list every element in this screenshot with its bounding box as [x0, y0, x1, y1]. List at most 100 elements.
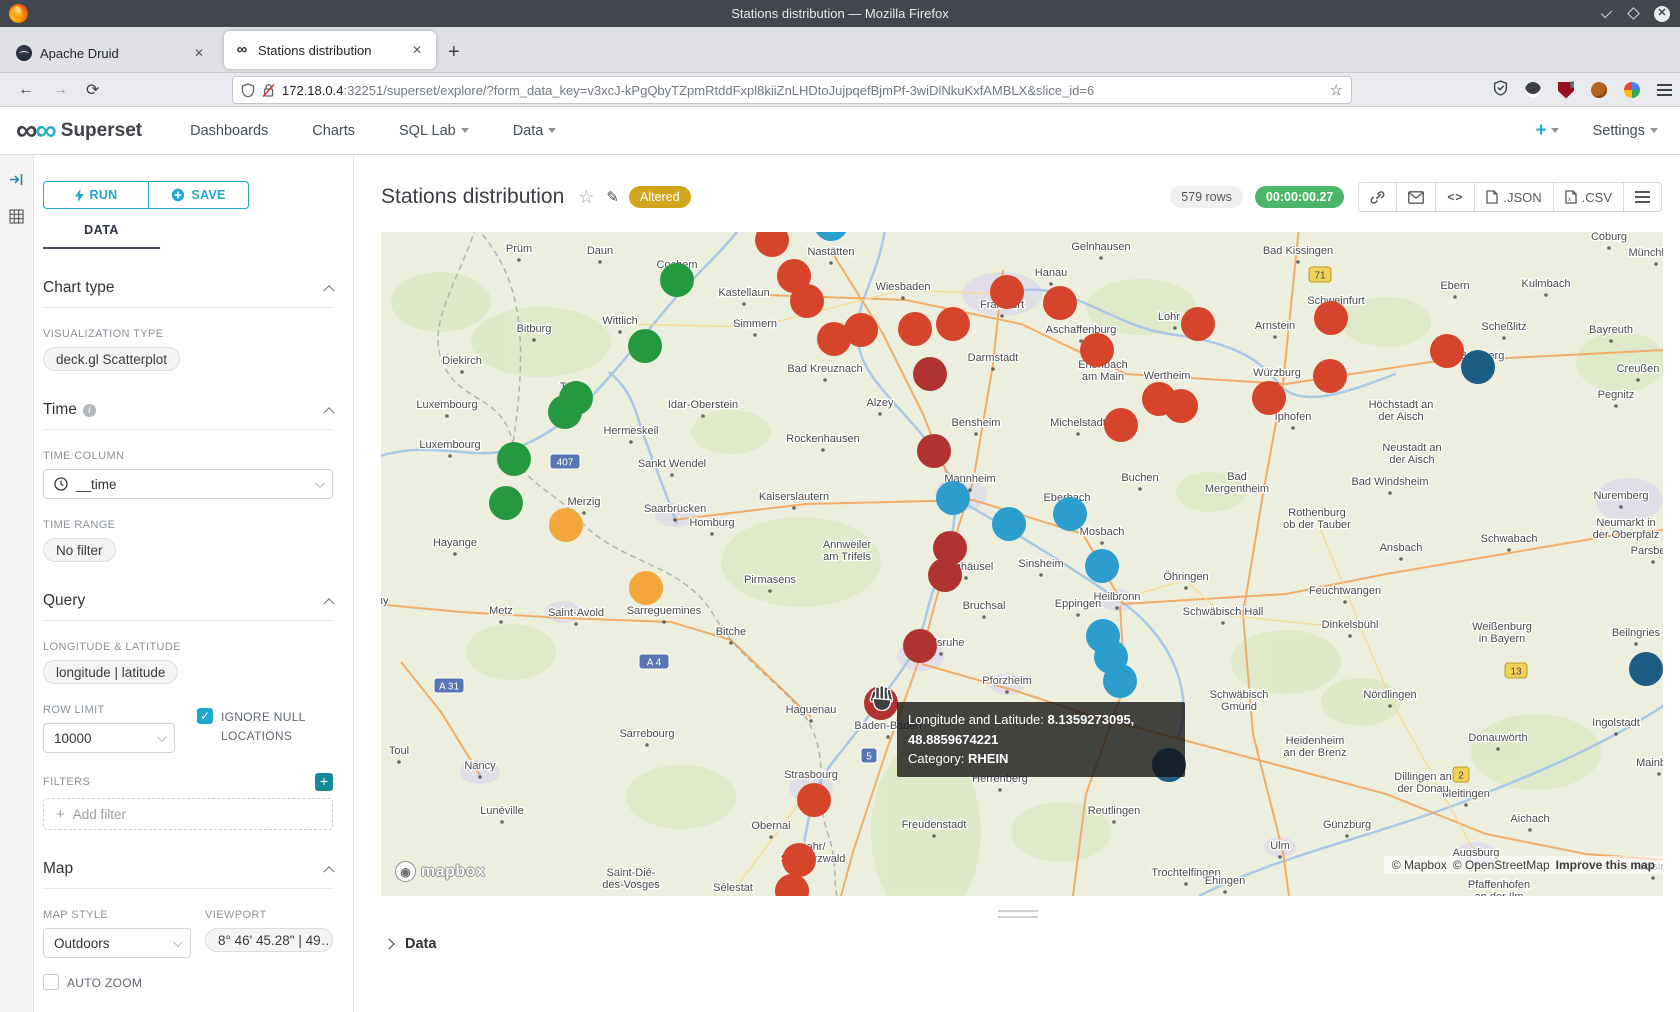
back-button[interactable]: ←: [18, 81, 34, 99]
time-range-value[interactable]: No filter: [43, 538, 116, 562]
attribution-osm-link[interactable]: © OpenStreetMap: [1453, 858, 1550, 872]
altered-badge[interactable]: Altered: [629, 186, 691, 208]
map-canvas[interactable]: PrümDaunCochemKastellaunNastättenWiesbad…: [381, 232, 1663, 896]
extension-icon[interactable]: [1624, 82, 1640, 98]
export-json-button[interactable]: .JSON: [1475, 183, 1553, 211]
map-style-select[interactable]: Outdoors: [43, 928, 191, 958]
panel-resize-handle[interactable]: [998, 910, 1038, 918]
scatter-point-red[interactable]: [1043, 286, 1077, 320]
row-limit-select[interactable]: 10000: [43, 723, 175, 753]
close-icon[interactable]: ✕: [1654, 6, 1670, 22]
bookmark-star-icon[interactable]: ☆: [1330, 81, 1343, 99]
scatter-point-orange[interactable]: [629, 571, 663, 605]
email-button[interactable]: [1397, 183, 1436, 211]
scatter-point-red[interactable]: [1252, 381, 1286, 415]
embed-code-button[interactable]: <>: [1436, 183, 1475, 211]
chart-menu-button[interactable]: [1624, 183, 1661, 211]
viewport-value[interactable]: 8° 46' 45.28" | 49…: [205, 928, 333, 952]
scatter-point-red[interactable]: [844, 313, 878, 347]
export-csv-button[interactable]: x .CSV: [1554, 183, 1624, 211]
collapse-panel-icon[interactable]: [0, 173, 33, 191]
scatter-point-dark_red[interactable]: [928, 558, 962, 592]
scatter-point-red[interactable]: [790, 284, 824, 318]
new-item-button[interactable]: +: [1535, 120, 1558, 142]
scatter-point-red[interactable]: [1181, 307, 1215, 341]
scatter-point-navy[interactable]: [1629, 652, 1663, 686]
scatter-point-green[interactable]: [628, 329, 662, 363]
pocket-shield-icon[interactable]: [1493, 80, 1508, 101]
tab-data[interactable]: DATA: [43, 223, 160, 249]
mapbox-logo[interactable]: ◉ mapbox: [395, 861, 485, 882]
short-link-button[interactable]: [1359, 183, 1397, 211]
add-filter-box[interactable]: + Add filter: [43, 798, 333, 830]
minimize-icon[interactable]: [1601, 6, 1612, 17]
maximize-icon[interactable]: [1627, 7, 1640, 20]
url-bar[interactable]: 172.18.0.4:32251/superset/explore/?form_…: [232, 76, 1352, 104]
scatter-point-blue[interactable]: [1103, 664, 1137, 698]
auto-zoom-checkbox-row[interactable]: AUTO ZOOM: [43, 974, 191, 993]
scatter-point-orange[interactable]: [549, 508, 583, 542]
scatter-point-red[interactable]: [936, 307, 970, 341]
ignore-null-checkbox-row[interactable]: ✓ IGNORE NULL LOCATIONS: [197, 708, 333, 745]
scatter-point-red[interactable]: [1314, 301, 1348, 335]
scatter-point-red[interactable]: [990, 275, 1024, 309]
scatter-point-red[interactable]: [782, 843, 816, 877]
scatter-point-red[interactable]: [1104, 408, 1138, 442]
superset-logo[interactable]: ∞∞ Superset: [16, 116, 142, 146]
scatter-point-green[interactable]: [497, 442, 531, 476]
scatter-point-red[interactable]: [1313, 359, 1347, 393]
deckgl-map[interactable]: PrümDaunCochemKastellaunNastättenWiesbad…: [381, 232, 1663, 896]
scatter-point-green[interactable]: [489, 486, 523, 520]
scatter-point-red[interactable]: [1164, 389, 1198, 423]
datasource-grid-icon[interactable]: [0, 209, 33, 229]
scatter-point-blue[interactable]: [992, 507, 1026, 541]
scatter-point-green[interactable]: [548, 395, 582, 429]
scatter-point-blue[interactable]: [1053, 497, 1087, 531]
lonlat-value[interactable]: longitude | latitude: [43, 660, 178, 684]
cookie-extension-icon[interactable]: [1591, 82, 1607, 98]
section-header-map[interactable]: Map: [43, 860, 333, 889]
scatter-point-navy[interactable]: [1461, 350, 1495, 384]
viz-type-value[interactable]: deck.gl Scatterplot: [43, 347, 180, 371]
section-header-time[interactable]: Timei: [43, 401, 333, 430]
scatter-point-dark_red[interactable]: [913, 357, 947, 391]
scatter-point-green[interactable]: [660, 263, 694, 297]
checkbox-unchecked-icon[interactable]: [43, 974, 59, 990]
shield-icon[interactable]: [241, 83, 255, 98]
edit-properties-icon[interactable]: ✎: [606, 188, 619, 206]
tab-close-icon[interactable]: ✕: [408, 41, 426, 59]
nav-data[interactable]: Data: [513, 123, 557, 139]
tab-apache-druid[interactable]: Apache Druid ✕: [6, 34, 218, 72]
scatter-point-blue[interactable]: [936, 481, 970, 515]
add-filter-plus-button[interactable]: +: [315, 773, 333, 791]
privacy-mask-icon[interactable]: [1525, 82, 1541, 98]
nav-dashboards[interactable]: Dashboards: [190, 123, 268, 139]
scatter-point-red[interactable]: [898, 312, 932, 346]
ublock-icon[interactable]: 2: [1558, 82, 1574, 99]
nav-charts[interactable]: Charts: [312, 123, 355, 139]
time-column-select[interactable]: __time: [43, 469, 333, 499]
section-header-chart-type[interactable]: Chart type: [43, 279, 333, 308]
scatter-point-red[interactable]: [1430, 334, 1464, 368]
scatter-point-red[interactable]: [1080, 333, 1114, 367]
attribution-mapbox-link[interactable]: © Mapbox: [1392, 858, 1447, 872]
tab-close-icon[interactable]: ✕: [190, 44, 208, 62]
data-results-collapse[interactable]: Data: [385, 936, 1680, 952]
reload-button[interactable]: ⟳: [86, 80, 99, 100]
scatter-point-dark_red[interactable]: [903, 629, 937, 663]
favorite-star-icon[interactable]: ☆: [578, 187, 594, 208]
forward-button[interactable]: →: [52, 81, 68, 99]
url-text[interactable]: 172.18.0.4:32251/superset/explore/?form_…: [282, 83, 1330, 98]
run-button[interactable]: RUN: [43, 181, 148, 209]
lock-insecure-icon[interactable]: [262, 83, 275, 98]
scatter-point-blue[interactable]: [1085, 549, 1119, 583]
tab-stations-distribution[interactable]: ∞ Stations distribution ✕: [224, 31, 436, 69]
new-tab-button[interactable]: +: [448, 41, 460, 64]
save-button[interactable]: SAVE: [148, 181, 249, 209]
scatter-point-dark_red[interactable]: [917, 434, 951, 468]
settings-menu[interactable]: Settings: [1593, 123, 1658, 139]
section-header-query[interactable]: Query: [43, 592, 333, 621]
scatter-point-red[interactable]: [797, 783, 831, 817]
checkbox-checked-icon[interactable]: ✓: [197, 708, 213, 724]
nav-sql-lab[interactable]: SQL Lab: [399, 123, 469, 139]
